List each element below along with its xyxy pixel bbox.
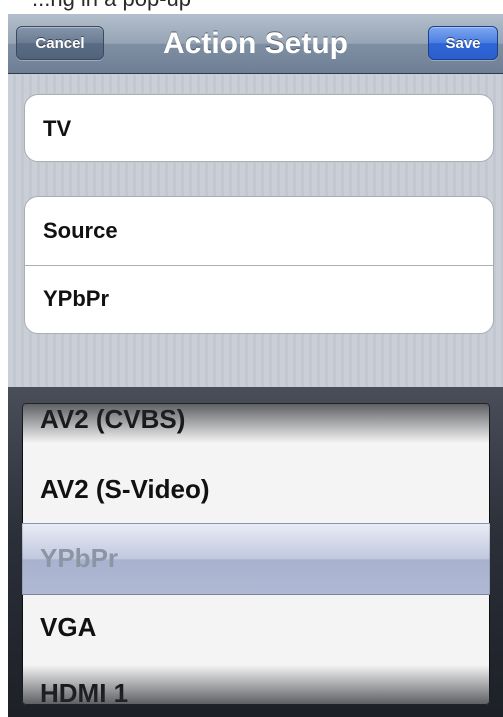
picker-option-av2-cvbs[interactable]: AV2 (CVBS) bbox=[22, 403, 490, 453]
source-picker: AV2 (CVBS) AV2 (S-Video) YPbPr VGA HDMI … bbox=[8, 387, 503, 717]
save-button[interactable]: Save bbox=[428, 26, 498, 60]
top-caption: ...ng in a pop-up bbox=[0, 0, 503, 14]
navigation-bar: Cancel Action Setup Save bbox=[8, 14, 503, 74]
device-group: TV bbox=[24, 94, 494, 162]
picker-wheel[interactable]: AV2 (CVBS) AV2 (S-Video) YPbPr VGA HDMI … bbox=[22, 403, 490, 705]
picker-option-av2-s-video[interactable]: AV2 (S-Video) bbox=[22, 455, 490, 523]
form-area: TV Source YPbPr bbox=[8, 74, 503, 387]
action-value-cell[interactable]: YPbPr bbox=[25, 265, 493, 333]
action-label-cell[interactable]: Source bbox=[25, 197, 493, 265]
picker-option-ypbpr[interactable]: YPbPr bbox=[22, 524, 490, 592]
top-caption-text: ...ng in a pop-up bbox=[32, 0, 191, 12]
picker-option-hdmi-1[interactable]: HDMI 1 bbox=[22, 659, 490, 706]
cancel-button[interactable]: Cancel bbox=[16, 26, 104, 60]
picker-option-vga[interactable]: VGA bbox=[22, 593, 490, 661]
action-group: Source YPbPr bbox=[24, 196, 494, 334]
device-cell[interactable]: TV bbox=[25, 95, 493, 161]
